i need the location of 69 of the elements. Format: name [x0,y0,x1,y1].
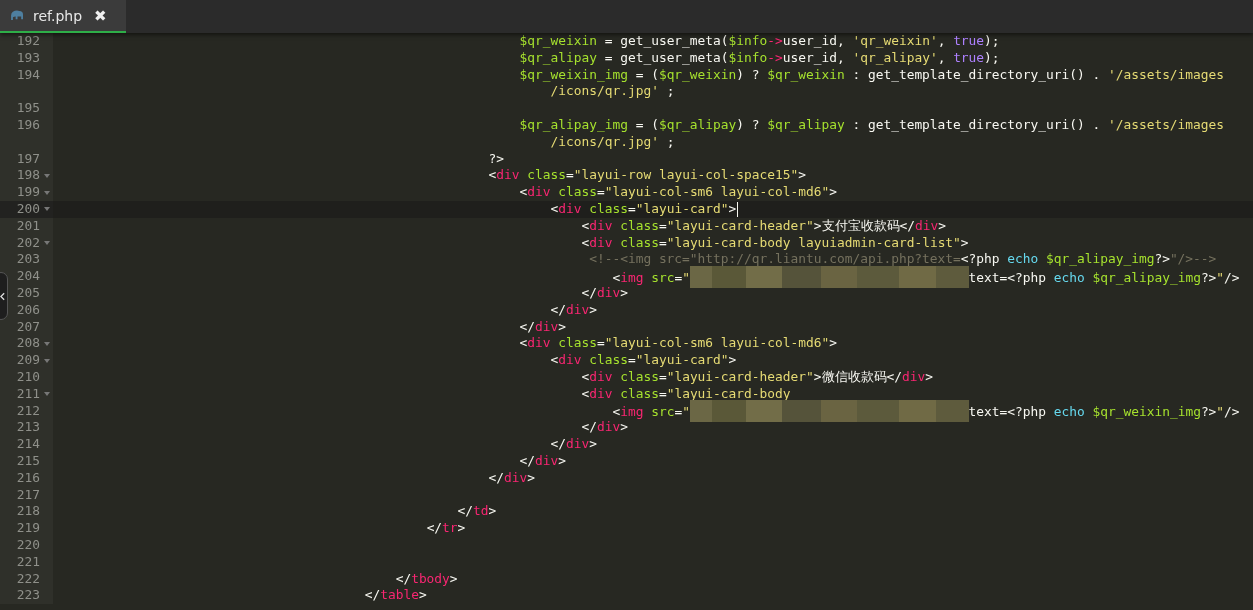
code-line: </tbody> [395,570,458,588]
line-number: 199 [15,184,40,201]
code-line: </div> [581,419,628,437]
line-number: 213 [15,419,40,437]
code-line: $qr_weixin = get_user_meta($info->user_id, 'qr_weixin', true); [519,33,1000,50]
code-line: </tr> [426,520,466,537]
text-cursor [737,201,739,217]
line-number: 221 [15,553,40,571]
code-line: <div class="layui-card-body layuiadmin-card-list"> [581,234,969,252]
code-line: </td> [457,503,497,521]
line-number: 223 [15,587,40,605]
line-number: 202 [15,234,40,252]
line-number: 196 [15,117,40,134]
line-number: 193 [15,49,40,67]
code-line: <div class="layui-card-header">支付宝收款码</div> [581,217,946,235]
line-number: 211 [15,385,40,403]
fold-arrow-icon[interactable] [43,173,50,178]
close-icon[interactable]: ✖ [94,6,107,25]
code-line: <div class="layui-col-sm6 layui-col-md6"> [519,184,837,201]
line-number: 195 [15,100,40,117]
line-number: 206 [15,301,40,319]
line-number: 219 [15,520,40,537]
line-number: 207 [15,318,40,336]
fold-arrow-icon[interactable] [43,341,50,346]
line-number: 218 [15,503,40,521]
elephant-icon [10,10,25,21]
fold-arrow-icon[interactable] [43,358,50,363]
code-line: <div class="layui-col-sm6 layui-col-md6"> [519,335,837,353]
code-line: $qr_alipay_img = ($qr_alipay) ? $qr_alipay : get_template_directory_uri() . '/assets/images [519,117,1225,134]
code-line: <div class="layui-card"> [550,352,737,369]
line-number: 194 [15,66,40,84]
code-line: </div> [519,318,566,336]
line-number: 215 [15,452,40,470]
code-line: /icons/qr.jpg' ; [550,83,675,101]
code-line: $qr_weixin_img = ($qr_weixin) ? $qr_weixin : get_template_directory_uri() . '/assets/images [519,66,1225,84]
code-line: </div> [488,469,536,487]
line-number: 204 [15,268,40,285]
code-line: </div> [550,301,597,319]
code-line: ?> [488,150,505,168]
line-number: 200 [15,200,40,218]
line-number: 197 [15,150,40,168]
fold-arrow-icon[interactable] [43,392,50,397]
file-tab[interactable]: ref.php ✖ [0,0,126,33]
line-number: 209 [15,352,40,369]
code-line: </div> [519,452,566,470]
code-line: <div class="layui-row layui-col-space15"> [488,167,807,185]
code-line: </table> [364,587,427,605]
code-line: /icons/qr.jpg' ; [550,133,675,151]
line-number: 214 [15,436,40,453]
fold-arrow-icon[interactable] [43,190,50,195]
line-number: 192 [15,33,40,50]
line-number: 198 [15,167,40,185]
fold-arrow-icon[interactable] [43,240,50,245]
code-line: <div class="layui-card"> [550,200,737,218]
chevron-left-icon [0,291,5,301]
line-number: 216 [15,469,40,487]
code-line: $qr_alipay = get_user_meta($info->user_id, 'qr_alipay', true); [519,49,1000,67]
code-line: </div> [550,436,597,453]
line-number: 217 [15,486,40,504]
line-number: 203 [15,251,40,269]
line-number: 210 [15,368,40,386]
line-number: 208 [15,335,40,353]
line-number: 205 [15,284,40,302]
line-number: 201 [15,217,40,235]
line-number: 220 [15,536,40,554]
fold-arrow-icon[interactable] [43,207,50,212]
line-number: 222 [15,570,40,588]
code-line: <div class="layui-card-header">微信收款码</div> [581,368,933,386]
line-number: 212 [15,402,40,420]
